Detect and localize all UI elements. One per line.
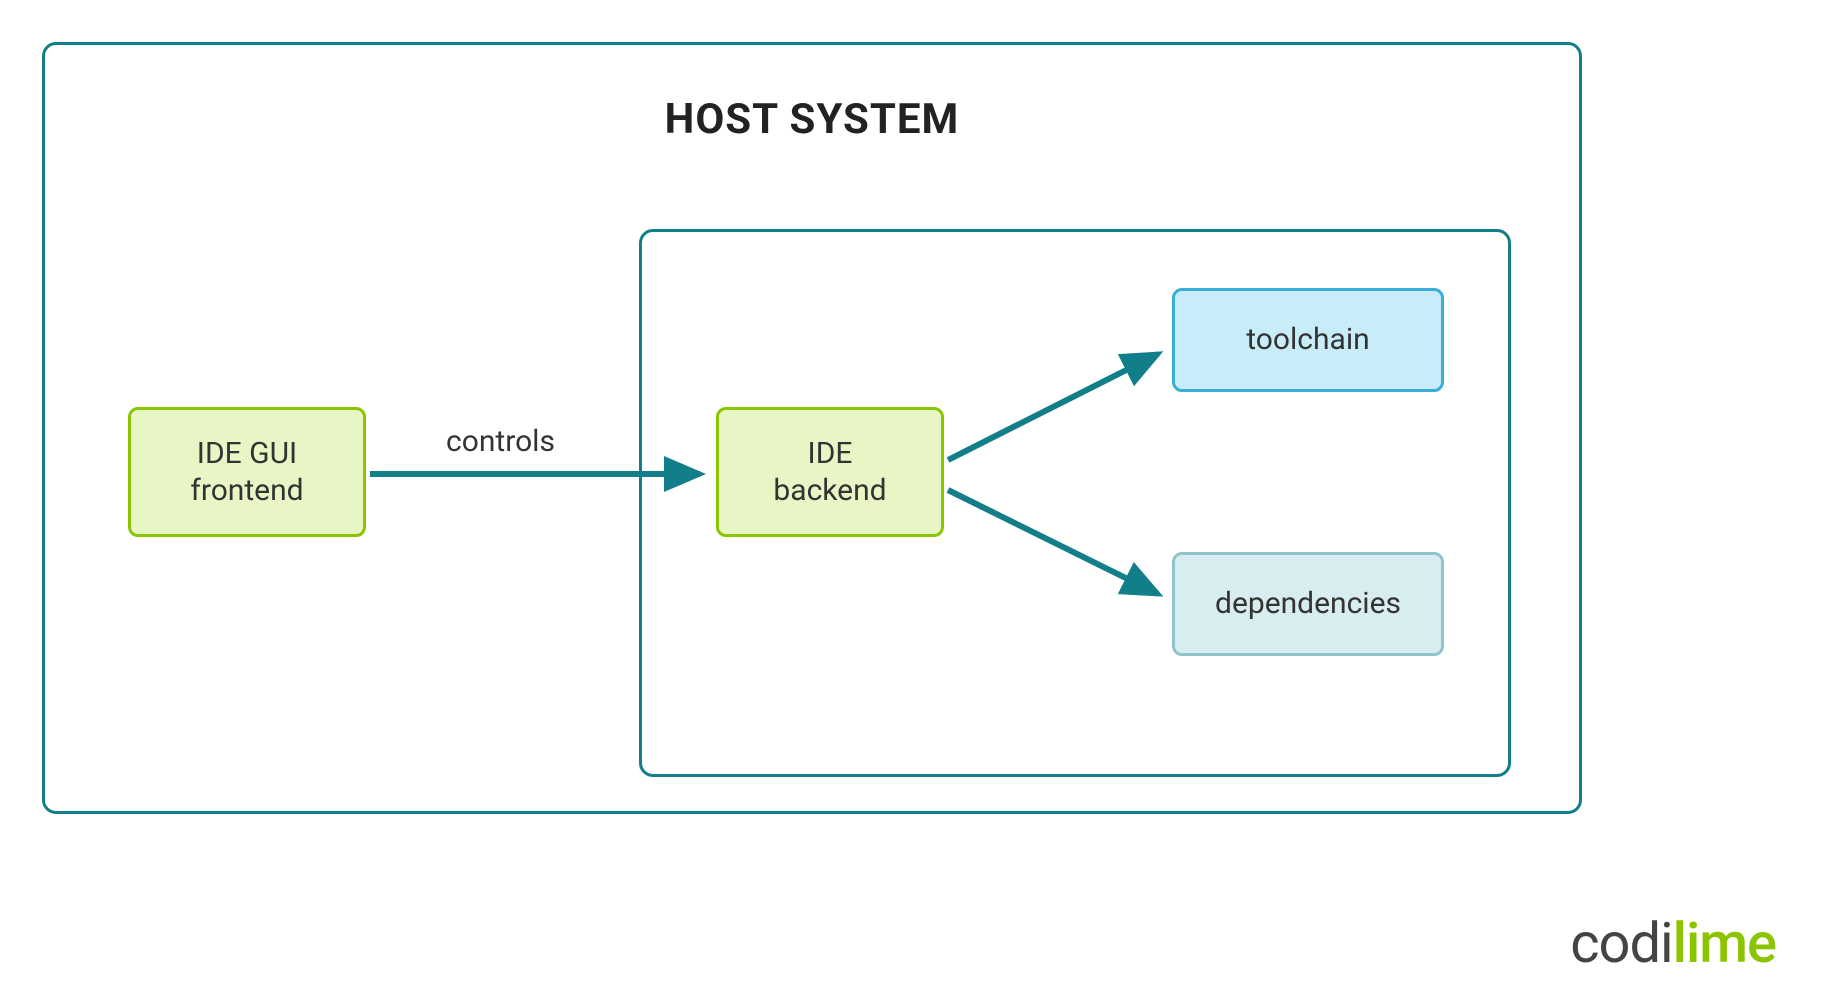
brand-part1: codi xyxy=(1570,910,1672,976)
brand-logo: codilime xyxy=(1570,910,1776,976)
diagram-canvas: HOST SYSTEM IDE GUI frontend IDE backend… xyxy=(0,0,1836,1006)
edge-label-controls: controls xyxy=(446,424,555,459)
node-toolchain: toolchain xyxy=(1172,288,1444,392)
node-dependencies: dependencies xyxy=(1172,552,1444,656)
host-system-title: HOST SYSTEM xyxy=(45,95,1579,144)
brand-part2: lime xyxy=(1673,910,1776,976)
node-ide-frontend: IDE GUI frontend xyxy=(128,407,366,537)
node-ide-backend: IDE backend xyxy=(716,407,944,537)
